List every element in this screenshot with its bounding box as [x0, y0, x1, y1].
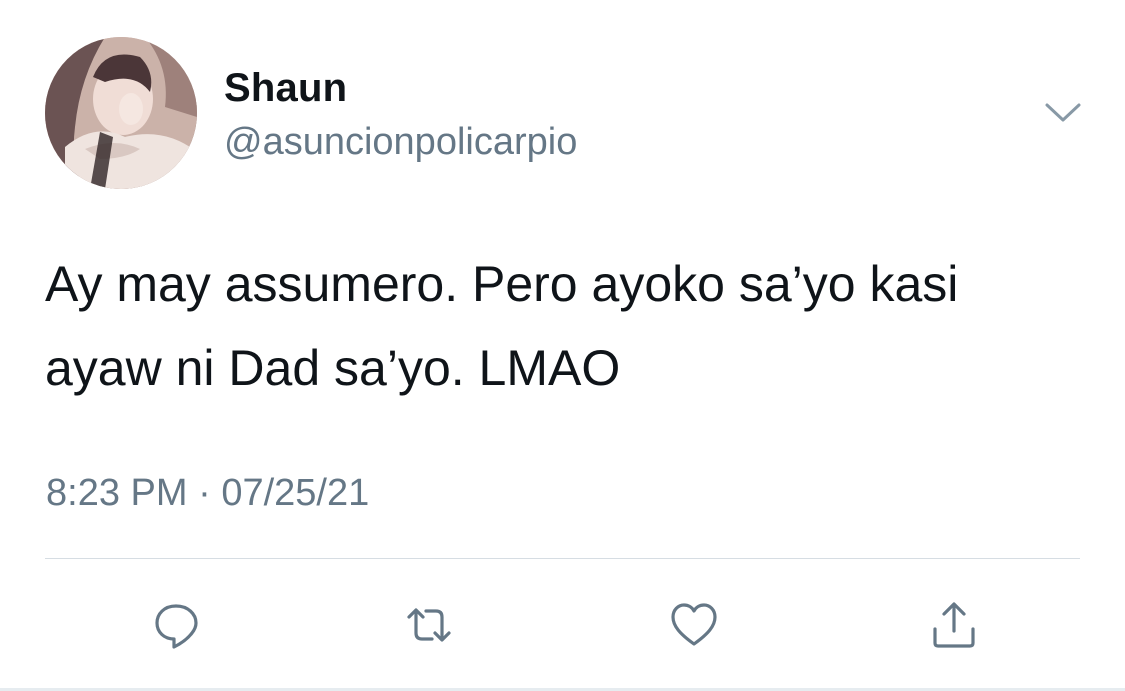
- profile-photo: [45, 37, 197, 189]
- like-button[interactable]: [661, 592, 727, 658]
- tweet-time[interactable]: 8:23 PM: [46, 472, 188, 514]
- timestamp-separator: ·: [198, 472, 211, 514]
- retweet-button[interactable]: [396, 592, 462, 658]
- divider: [45, 558, 1080, 559]
- reply-button[interactable]: [143, 592, 209, 658]
- share-button[interactable]: [921, 592, 987, 658]
- display-name[interactable]: Shaun: [224, 66, 347, 111]
- avatar[interactable]: [45, 37, 197, 189]
- tweet-text: Ay may assumero. Pero ayoko sa’yo kasi a…: [45, 256, 959, 396]
- speech-bubble-icon: [155, 604, 198, 649]
- heart-icon: [671, 603, 717, 646]
- user-handle[interactable]: @asuncionpolicarpio: [224, 121, 577, 164]
- tweet-date[interactable]: 07/25/21: [221, 472, 369, 514]
- share-upload-icon: [933, 602, 975, 648]
- retweet-arrows-icon: [407, 608, 451, 642]
- tweet-timestamp: 8:23 PM · 07/25/21: [46, 472, 369, 515]
- chevron-down-icon[interactable]: [1043, 100, 1083, 126]
